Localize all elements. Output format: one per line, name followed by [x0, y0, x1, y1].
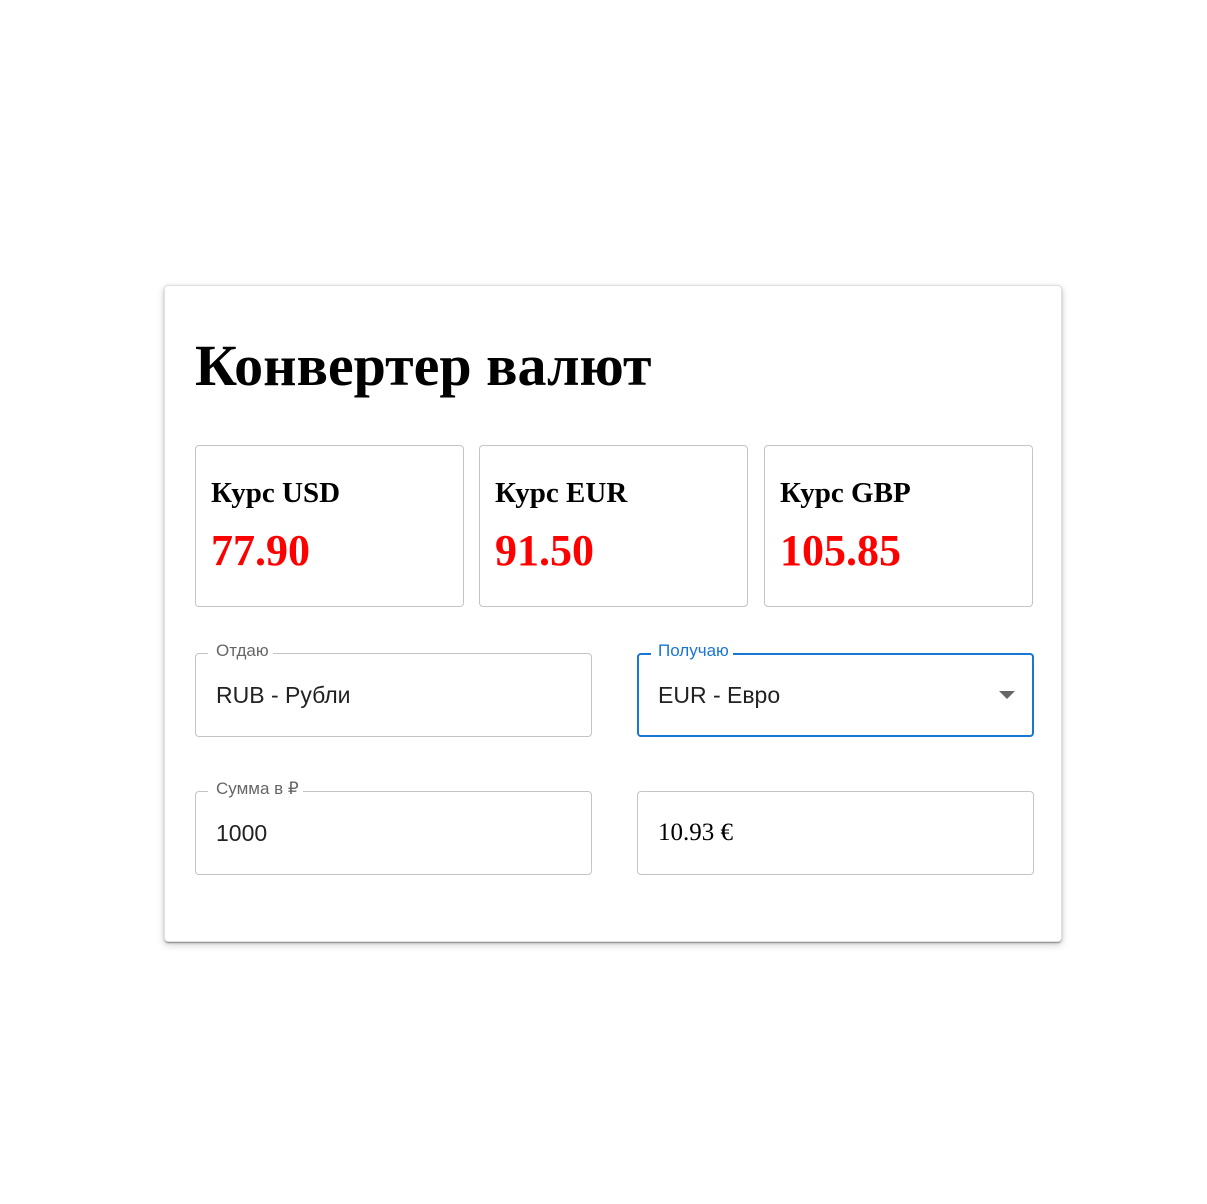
from-currency-value: RUB - Рубли	[216, 682, 351, 708]
from-currency-label: Отдаю	[216, 640, 273, 662]
from-currency-field[interactable]: Отдаю Отдаю RUB - Рубли	[195, 640, 592, 737]
result-field: 10.93 €	[637, 791, 1034, 875]
rate-card-eur: Курс EUR 91.50	[479, 445, 748, 607]
converter-card: Конвертер валют Курс USD 77.90 Курс EUR …	[164, 285, 1062, 942]
amount-value[interactable]: 1000	[216, 819, 267, 847]
to-currency-value: EUR - Евро	[658, 682, 781, 708]
rate-label-eur: Курс EUR	[495, 477, 628, 509]
rate-card-usd: Курс USD 77.90	[195, 445, 464, 607]
to-currency-select[interactable]: Получаю Получаю EUR - Евро	[637, 640, 1034, 737]
result-value: 10.93 €	[658, 819, 733, 846]
arrow-drop-down-icon[interactable]	[999, 691, 1015, 699]
rate-label-usd: Курс USD	[211, 477, 341, 509]
amount-label: Сумма в ₽	[216, 778, 303, 800]
rate-value-gbp: 105.85	[780, 526, 901, 575]
rate-card-gbp: Курс GBP 105.85	[764, 445, 1033, 607]
page-title: Конвертер валют	[195, 333, 652, 398]
rate-value-eur: 91.50	[495, 526, 594, 575]
to-currency-label: Получаю	[658, 640, 733, 662]
amount-input[interactable]: Сумма в ₽ Сумма в ₽ 1000	[195, 778, 592, 875]
rate-label-gbp: Курс GBP	[780, 477, 911, 509]
rate-value-usd: 77.90	[211, 526, 310, 575]
